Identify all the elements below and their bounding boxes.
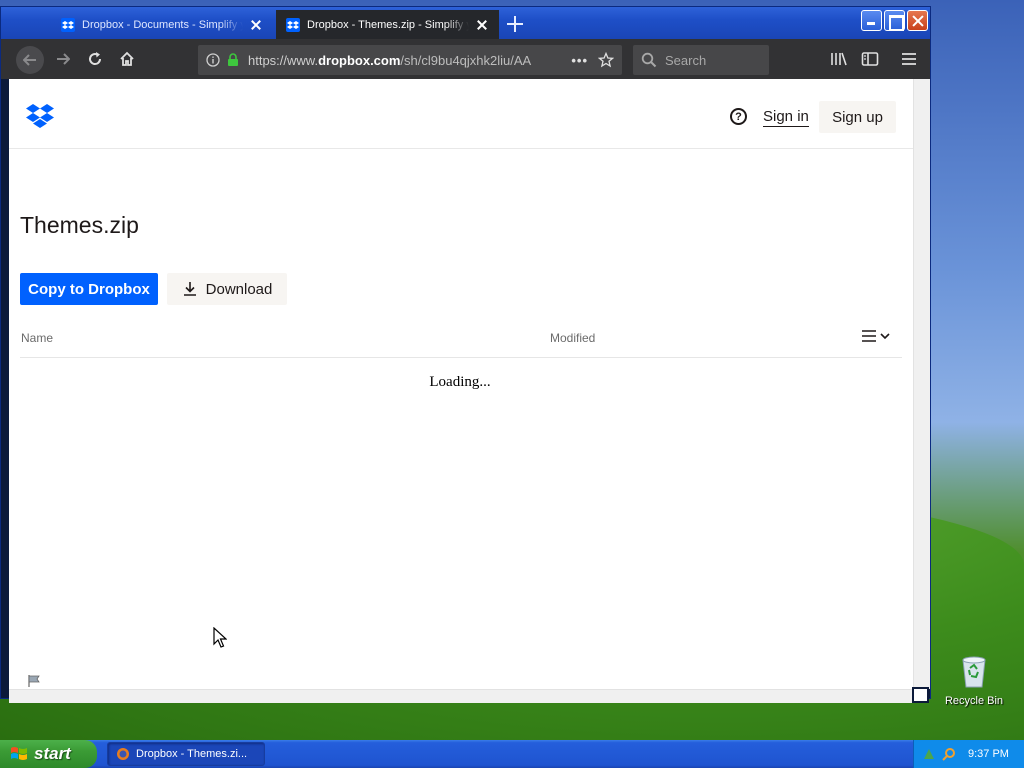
mouse-pointer-icon: [213, 627, 227, 648]
forward-arrow-icon[interactable]: [51, 47, 75, 71]
search-placeholder: Search: [665, 52, 707, 68]
horizontal-scrollbar[interactable]: [9, 689, 913, 703]
start-button[interactable]: start: [0, 740, 97, 768]
column-header-modified[interactable]: Modified: [550, 331, 595, 345]
system-tray: 9:37 PM: [913, 740, 1024, 768]
page-actions-icon[interactable]: •••: [571, 53, 588, 68]
url-prefix: https://www.: [248, 52, 319, 68]
network-tray-icon[interactable]: [922, 747, 936, 761]
sign-up-button[interactable]: Sign up: [819, 101, 896, 133]
taskbar: start Dropbox - Themes.zi... 9:37 PM: [0, 740, 1024, 768]
dropbox-favicon-icon: [286, 17, 300, 32]
browser-window: Dropbox - Documents - Simplify y Dropbox…: [0, 6, 931, 703]
recycle-bin-icon: [962, 656, 986, 688]
sidebar-toggle-icon[interactable]: [858, 47, 882, 71]
loading-text: Loading...: [429, 374, 491, 390]
new-tab-plus-icon[interactable]: [506, 15, 524, 33]
chevron-down-icon: [880, 333, 890, 340]
close-tab-icon[interactable]: [475, 18, 489, 32]
address-bar[interactable]: https://www.dropbox.com/sh/cl9bu4qjxhk2l…: [198, 45, 622, 75]
download-label: Download: [205, 280, 273, 298]
scrollbar-corner: [912, 687, 929, 703]
list-view-icon: [862, 330, 876, 342]
library-icon[interactable]: [827, 47, 851, 71]
browser-app-icon: [117, 748, 129, 760]
file-title: Themes.zip: [20, 212, 139, 238]
tab-themes-zip[interactable]: Dropbox - Themes.zip - Simplify y: [276, 10, 499, 39]
tab-title: Dropbox - Documents - Simplify y: [82, 18, 243, 31]
page-content: ? Sign in Sign up Themes.zip Copy to Dro…: [9, 79, 913, 689]
vertical-scrollbar[interactable]: [913, 79, 930, 689]
recycle-bin-label: Recycle Bin: [944, 695, 1004, 707]
recycle-bin-desktop-icon[interactable]: Recycle Bin: [944, 654, 1004, 707]
close-tab-icon[interactable]: [249, 18, 263, 32]
hamburger-menu-icon[interactable]: [897, 47, 921, 71]
site-header: ? Sign in Sign up: [9, 79, 913, 149]
bookmark-star-icon[interactable]: [598, 52, 614, 68]
back-arrow-icon[interactable]: [16, 46, 44, 74]
home-icon[interactable]: [115, 47, 139, 71]
table-divider: [20, 357, 902, 358]
minimize-button[interactable]: [861, 10, 882, 31]
sign-in-link[interactable]: Sign in: [763, 108, 809, 127]
download-button[interactable]: Download: [167, 273, 287, 305]
info-icon[interactable]: [206, 53, 220, 67]
search-input[interactable]: Search: [633, 45, 769, 75]
taskbar-item-browser[interactable]: Dropbox - Themes.zi...: [107, 742, 265, 766]
download-icon: [183, 282, 196, 296]
dropbox-logo-icon[interactable]: [25, 103, 55, 129]
search-tray-icon[interactable]: [942, 747, 956, 761]
view-options-toggle[interactable]: [862, 327, 898, 345]
maximize-button[interactable]: [884, 10, 905, 31]
windows-flag-icon: [11, 747, 27, 760]
start-label: start: [34, 744, 71, 763]
help-icon[interactable]: ?: [730, 108, 747, 125]
url-text: https://www.dropbox.com/sh/cl9bu4qjxhk2l…: [248, 53, 563, 68]
search-icon: [641, 52, 657, 68]
dropbox-favicon-icon: [61, 17, 75, 32]
copy-to-dropbox-button[interactable]: Copy to Dropbox: [20, 273, 158, 305]
url-domain: dropbox.com: [318, 52, 401, 68]
clock[interactable]: 9:37 PM: [968, 748, 1009, 760]
tab-title: Dropbox - Themes.zip - Simplify y: [307, 18, 469, 31]
feedback-flag-icon[interactable]: [27, 675, 41, 687]
navigation-toolbar: https://www.dropbox.com/sh/cl9bu4qjxhk2l…: [1, 39, 930, 79]
tab-strip: Dropbox - Documents - Simplify y Dropbox…: [1, 7, 930, 39]
url-path: /sh/cl9bu4qjxhk2liu/AA: [400, 52, 532, 68]
window-controls: [861, 10, 928, 31]
close-window-button[interactable]: [907, 10, 928, 31]
taskbar-item-label: Dropbox - Themes.zi...: [136, 748, 248, 760]
lock-icon: [228, 53, 238, 66]
reload-icon[interactable]: [83, 47, 107, 71]
tab-documents[interactable]: Dropbox - Documents - Simplify y: [51, 10, 273, 39]
column-header-name[interactable]: Name: [21, 331, 53, 345]
